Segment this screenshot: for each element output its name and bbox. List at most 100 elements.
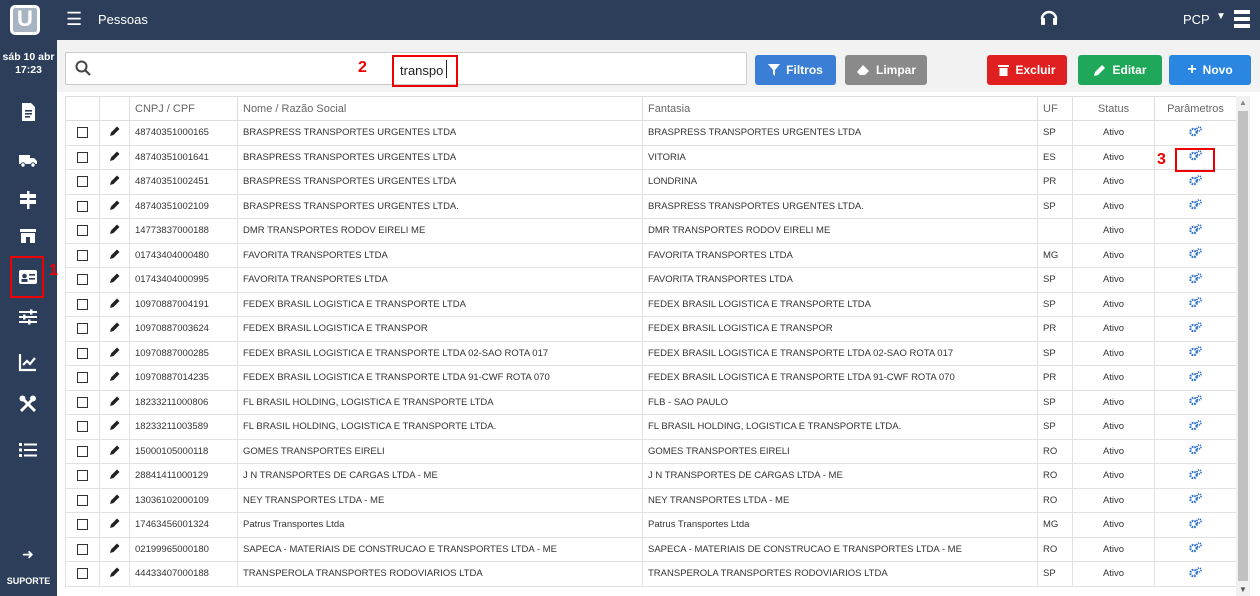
cell-params[interactable] <box>1154 120 1236 146</box>
table-row[interactable]: 48740351002451 BRASPRESS TRANSPORTES URGE… <box>65 169 1236 195</box>
col-name[interactable]: Nome / Razão Social <box>237 96 643 121</box>
checkbox-icon[interactable] <box>77 298 88 310</box>
table-row[interactable]: 18233211000806 FL BRASIL HOLDING, LOGISTI… <box>65 389 1236 415</box>
cell-params[interactable] <box>1154 438 1236 464</box>
table-row[interactable]: 01743404000995 FAVORITA TRANSPORTES LTDA F… <box>65 267 1236 293</box>
table-row[interactable]: 10970887003624 FEDEX BRASIL LOGISTICA E T… <box>65 316 1236 342</box>
pencil-icon[interactable] <box>109 370 121 385</box>
checkbox-icon[interactable] <box>77 249 88 261</box>
col-status[interactable]: Status <box>1072 96 1155 121</box>
row-checkbox[interactable] <box>65 291 100 317</box>
cell-params[interactable] <box>1154 340 1236 366</box>
checkbox-icon[interactable] <box>77 519 88 531</box>
headset-icon[interactable] <box>1040 7 1058 29</box>
pencil-icon[interactable] <box>109 493 121 508</box>
row-checkbox[interactable] <box>65 193 100 219</box>
checkbox-icon[interactable] <box>77 347 88 359</box>
cell-params[interactable] <box>1154 365 1236 391</box>
edit-button[interactable]: Editar <box>1078 55 1162 85</box>
row-edit[interactable] <box>99 144 130 170</box>
logout-icon[interactable]: ➜ <box>22 546 34 563</box>
gears-icon[interactable] <box>1189 493 1202 507</box>
table-row[interactable]: 48740351000165 BRASPRESS TRANSPORTES URGE… <box>65 120 1236 146</box>
gears-icon[interactable] <box>1189 370 1202 385</box>
col-cnpj[interactable]: CNPJ / CPF <box>129 96 238 121</box>
checkbox-icon[interactable] <box>77 323 88 335</box>
pencil-icon[interactable] <box>109 223 121 238</box>
table-row[interactable]: 15000105000118 GOMES TRANSPORTES EIRELI GO… <box>65 438 1236 464</box>
gears-icon[interactable] <box>1189 517 1202 532</box>
pencil-icon[interactable] <box>109 174 121 189</box>
checkbox-icon[interactable] <box>77 470 88 482</box>
checkbox-icon[interactable] <box>77 494 88 506</box>
checkbox-icon[interactable] <box>77 396 88 408</box>
row-checkbox[interactable] <box>65 242 100 268</box>
pencil-icon[interactable] <box>109 297 121 312</box>
search-value[interactable]: transpo <box>400 63 443 78</box>
signpost-icon[interactable] <box>14 186 42 214</box>
cell-params[interactable] <box>1154 267 1236 293</box>
table-row[interactable]: 02199965000180 SAPECA - MATERIAIS DE CONS… <box>65 536 1236 562</box>
row-edit[interactable] <box>99 463 130 489</box>
row-checkbox[interactable] <box>65 438 100 464</box>
row-checkbox[interactable] <box>65 536 100 562</box>
checkbox-icon[interactable] <box>77 568 88 580</box>
pencil-icon[interactable] <box>109 566 121 581</box>
row-edit[interactable] <box>99 169 130 195</box>
clear-button[interactable]: Limpar <box>845 55 927 85</box>
gears-icon[interactable] <box>1189 174 1202 189</box>
col-uf[interactable]: UF <box>1037 96 1073 121</box>
row-edit[interactable] <box>99 414 130 440</box>
stack-icon[interactable] <box>1233 9 1251 29</box>
cell-params[interactable] <box>1154 463 1236 489</box>
row-checkbox[interactable] <box>65 487 100 513</box>
pencil-icon[interactable] <box>109 517 121 532</box>
row-edit[interactable] <box>99 487 130 513</box>
cell-params[interactable] <box>1154 487 1236 513</box>
row-checkbox[interactable] <box>65 144 100 170</box>
sliders-icon[interactable] <box>14 303 42 331</box>
delete-button[interactable]: Excluir <box>987 55 1067 85</box>
cell-params[interactable] <box>1154 169 1236 195</box>
row-edit[interactable] <box>99 242 130 268</box>
table-row[interactable]: 48740351002109 BRASPRESS TRANSPORTES URGE… <box>65 193 1236 219</box>
row-checkbox[interactable] <box>65 218 100 244</box>
truck-icon[interactable] <box>14 146 42 174</box>
pencil-icon[interactable] <box>109 199 121 214</box>
gears-icon[interactable] <box>1189 542 1202 556</box>
gears-icon[interactable] <box>1189 468 1202 483</box>
row-edit[interactable] <box>99 120 130 146</box>
store-icon[interactable] <box>14 222 42 250</box>
gears-icon[interactable] <box>1189 199 1202 213</box>
row-edit[interactable] <box>99 365 130 391</box>
document-icon[interactable] <box>14 98 42 126</box>
checkbox-icon[interactable] <box>77 225 88 237</box>
checkbox-icon[interactable] <box>77 543 88 555</box>
cell-params[interactable] <box>1154 561 1236 587</box>
row-checkbox[interactable] <box>65 120 100 146</box>
table-row[interactable]: 01743404000480 FAVORITA TRANSPORTES LTDA F… <box>65 242 1236 268</box>
cell-params[interactable] <box>1154 512 1236 538</box>
table-row[interactable]: 10970887000285 FEDEX BRASIL LOGISTICA E T… <box>65 340 1236 366</box>
table-row[interactable]: 10970887004191 FEDEX BRASIL LOGISTICA E T… <box>65 291 1236 317</box>
gears-icon[interactable] <box>1189 223 1202 238</box>
gears-icon[interactable] <box>1189 297 1202 311</box>
support-link[interactable]: SUPORTE <box>0 576 57 586</box>
cell-params[interactable] <box>1154 291 1236 317</box>
gears-icon[interactable] <box>1189 125 1202 140</box>
table-row[interactable]: 10970887014235 FEDEX BRASIL LOGISTICA E T… <box>65 365 1236 391</box>
chevron-down-icon[interactable]: ▼ <box>1216 11 1226 22</box>
row-edit[interactable] <box>99 193 130 219</box>
checkbox-icon[interactable] <box>77 151 88 163</box>
tools-icon[interactable] <box>14 390 42 418</box>
list-icon[interactable] <box>14 436 42 464</box>
menu-icon[interactable]: ☰ <box>66 9 82 30</box>
row-edit[interactable] <box>99 316 130 342</box>
gears-icon[interactable] <box>1189 346 1202 360</box>
checkbox-icon[interactable] <box>77 445 88 457</box>
table-row[interactable]: 18233211003589 FL BRASIL HOLDING, LOGISTI… <box>65 414 1236 440</box>
scroll-up-icon[interactable]: ▲ <box>1239 98 1247 107</box>
row-checkbox[interactable] <box>65 340 100 366</box>
row-checkbox[interactable] <box>65 463 100 489</box>
row-edit[interactable] <box>99 536 130 562</box>
